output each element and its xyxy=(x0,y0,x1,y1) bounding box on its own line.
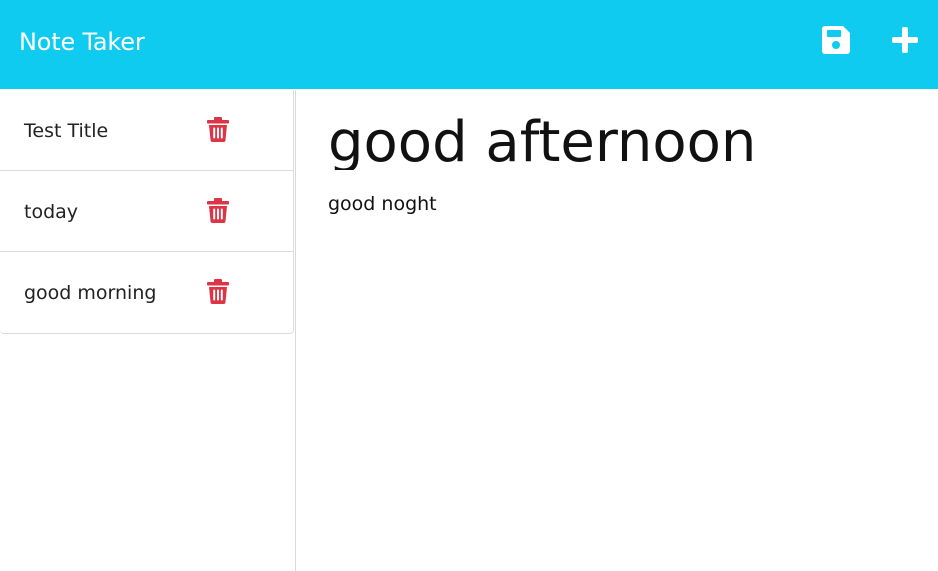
note-title[interactable]: today xyxy=(24,200,78,224)
note-title[interactable]: good morning xyxy=(24,281,156,305)
list-item[interactable]: today xyxy=(0,171,293,252)
delete-note-button[interactable] xyxy=(207,279,229,304)
plus-icon xyxy=(892,27,918,53)
app-brand[interactable]: Note Taker xyxy=(19,28,145,56)
save-note-button[interactable] xyxy=(820,24,852,56)
floppy-disk-icon xyxy=(822,26,850,54)
trash-icon xyxy=(207,279,229,304)
delete-note-button[interactable] xyxy=(207,198,229,223)
trash-icon xyxy=(207,117,229,142)
list-item[interactable]: good morning xyxy=(0,252,293,333)
note-list: Test Title today good morning xyxy=(0,90,294,334)
notes-sidebar: Test Title today good morning xyxy=(0,90,296,571)
new-note-button[interactable] xyxy=(889,24,921,56)
note-title-input[interactable]: good afternoon xyxy=(328,108,918,170)
note-body-textarea[interactable]: good noght xyxy=(328,191,918,551)
list-item[interactable]: Test Title xyxy=(0,90,293,171)
note-title[interactable]: Test Title xyxy=(24,119,108,143)
delete-note-button[interactable] xyxy=(207,117,229,142)
trash-icon xyxy=(207,198,229,223)
note-editor: good afternoon good noght xyxy=(296,90,938,571)
navbar: Note Taker xyxy=(0,0,938,89)
